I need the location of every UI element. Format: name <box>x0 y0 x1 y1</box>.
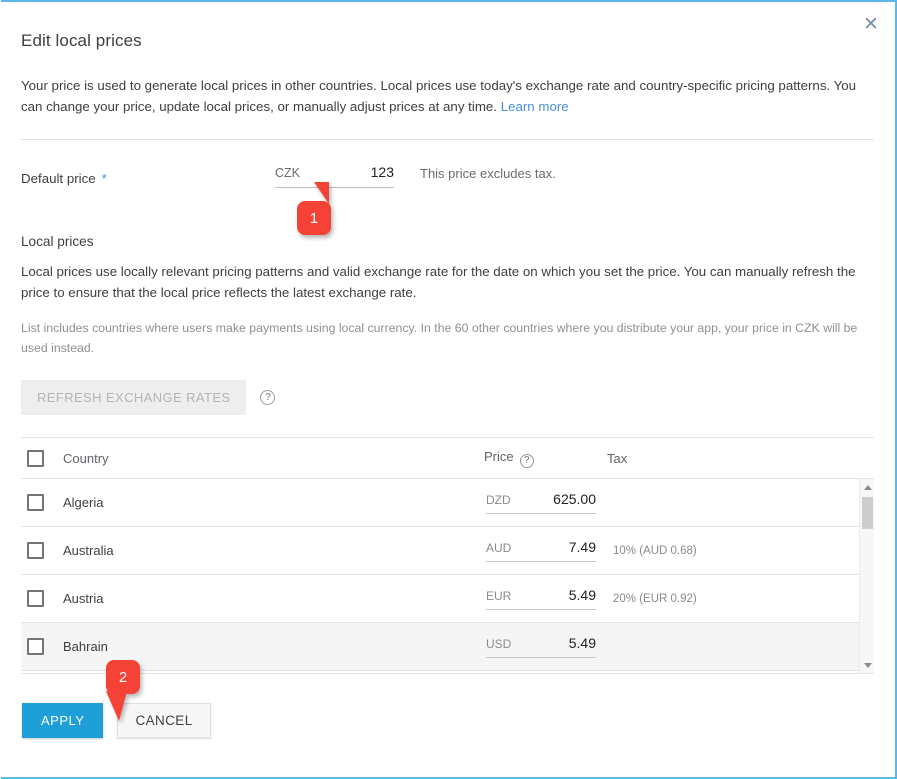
table-body: Algeria DZD 625.00 Australia AUD 7.49 10… <box>21 479 874 673</box>
default-price-input[interactable]: CZK 123 <box>275 164 394 188</box>
local-prices-note: List includes countries where users make… <box>21 318 869 358</box>
edit-local-prices-dialog-window: ✕ Edit local prices Your price is used t… <box>0 0 897 779</box>
callout-badge-1: 1 <box>297 201 331 235</box>
local-prices-heading: Local prices <box>21 234 874 249</box>
refresh-exchange-rates-button[interactable]: REFRESH EXCHANGE RATES <box>21 380 246 415</box>
row-price-input[interactable]: USD 5.49 <box>486 635 596 658</box>
dialog-footer: APPLY CANCEL <box>21 703 874 738</box>
row-price-value: 625.00 <box>553 491 596 507</box>
refresh-row: REFRESH EXCHANGE RATES ? <box>21 380 874 415</box>
close-icon[interactable]: ✕ <box>857 10 885 38</box>
required-marker: * <box>102 171 107 186</box>
column-header-price-label: Price <box>484 449 514 464</box>
row-price-value: 5.49 <box>569 635 596 651</box>
column-header-price: Price? <box>484 449 607 468</box>
scrollbar-down-arrow[interactable] <box>860 657 874 673</box>
table-bottom-border <box>21 673 874 674</box>
row-currency: EUR <box>486 589 511 603</box>
row-country: Australia <box>44 543 484 558</box>
default-price-label-text: Default price <box>21 171 96 186</box>
default-price-label: Default price * <box>21 164 275 186</box>
table-scrollbar[interactable] <box>859 479 874 673</box>
scrollbar-thumb[interactable] <box>862 497 873 529</box>
row-price-input[interactable]: EUR 5.49 <box>486 587 596 610</box>
local-prices-table: Country Price? Tax Algeria DZD 625.00 <box>21 437 874 674</box>
dialog-intro-text: Your price is used to generate local pri… <box>21 75 861 117</box>
scrollbar-up-arrow[interactable] <box>860 479 874 495</box>
row-currency: USD <box>486 637 511 651</box>
row-tax: 20% (EUR 0.92) <box>596 593 874 605</box>
row-checkbox[interactable] <box>27 494 44 511</box>
table-row[interactable]: Australia AUD 7.49 10% (AUD 0.68) <box>21 527 874 575</box>
row-checkbox[interactable] <box>27 638 44 655</box>
default-price-tax-note: This price excludes tax. <box>420 164 556 181</box>
local-prices-description: Local prices use locally relevant pricin… <box>21 261 869 303</box>
callout-label: 1 <box>310 210 318 227</box>
row-country: Algeria <box>44 495 484 510</box>
default-price-value: 123 <box>371 164 394 180</box>
default-price-row: Default price * CZK 123 This price exclud… <box>21 164 874 226</box>
callout-tail <box>106 691 127 721</box>
callout-badge-2: 2 <box>106 660 140 694</box>
table-header-row: Country Price? Tax <box>21 437 874 479</box>
triangle-down-icon <box>864 663 872 668</box>
dialog-title: Edit local prices <box>21 2 874 51</box>
row-currency: DZD <box>486 493 511 507</box>
table-row[interactable]: Algeria DZD 625.00 <box>21 479 874 527</box>
row-tax: 10% (AUD 0.68) <box>596 545 874 557</box>
learn-more-link[interactable]: Learn more <box>501 99 569 114</box>
row-price-input[interactable]: AUD 7.49 <box>486 539 596 562</box>
row-country: Austria <box>44 591 484 606</box>
select-all-checkbox[interactable] <box>27 450 44 467</box>
triangle-up-icon <box>864 485 872 490</box>
divider <box>21 139 874 140</box>
callout-tail <box>308 182 329 204</box>
callout-label: 2 <box>119 669 127 686</box>
row-checkbox[interactable] <box>27 590 44 607</box>
column-header-country: Country <box>44 451 484 466</box>
price-help-icon[interactable]: ? <box>520 454 534 468</box>
row-price-input[interactable]: DZD 625.00 <box>486 491 596 514</box>
intro-paragraph: Your price is used to generate local pri… <box>21 78 856 114</box>
table-row[interactable]: Austria EUR 5.49 20% (EUR 0.92) <box>21 575 874 623</box>
column-header-tax: Tax <box>607 451 874 466</box>
cancel-button[interactable]: CANCEL <box>117 703 210 738</box>
row-price-value: 5.49 <box>569 587 596 603</box>
row-currency: AUD <box>486 541 511 555</box>
table-row[interactable]: Bahrain USD 5.49 <box>21 623 874 671</box>
apply-button[interactable]: APPLY <box>22 703 103 738</box>
row-price-value: 7.49 <box>569 539 596 555</box>
row-checkbox[interactable] <box>27 542 44 559</box>
refresh-help-icon[interactable]: ? <box>260 390 275 405</box>
row-country: Bahrain <box>44 639 484 654</box>
default-price-currency: CZK <box>275 166 300 180</box>
